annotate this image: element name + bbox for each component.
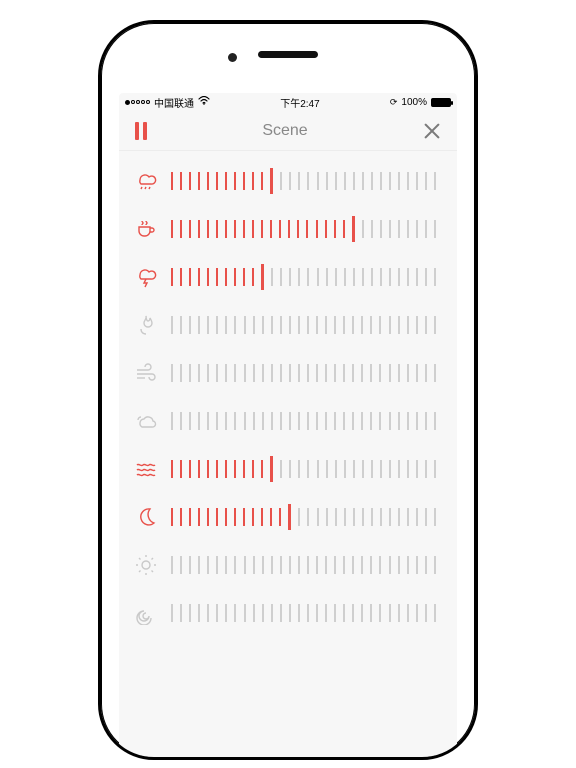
device-frame: 中国联通 下午2:47 ⟳ 100% Scene (98, 20, 478, 760)
nav-bar: Scene (119, 111, 457, 151)
signal-strength-icon (125, 100, 150, 105)
device-speaker (258, 51, 318, 58)
coffee-icon[interactable] (133, 216, 159, 242)
sound-list (119, 151, 457, 757)
status-bar: 中国联通 下午2:47 ⟳ 100% (119, 93, 457, 111)
device-volume-down (98, 273, 99, 321)
volume-slider-waves[interactable] (171, 455, 443, 483)
volume-slider-sun[interactable] (171, 551, 443, 579)
volume-slider-wind[interactable] (171, 359, 443, 387)
device-mute-switch (98, 163, 99, 193)
clock-label: 下午2:47 (280, 95, 319, 110)
volume-slider-coffee[interactable] (171, 215, 443, 243)
volume-slider-thunder[interactable] (171, 263, 443, 291)
fire-icon[interactable] (133, 312, 159, 338)
sound-row-clouds (133, 397, 443, 445)
clouds-icon[interactable] (133, 408, 159, 434)
sound-row-moon (133, 493, 443, 541)
sun-icon[interactable] (133, 552, 159, 578)
device-camera (228, 53, 237, 62)
sound-row-thunder (133, 253, 443, 301)
spiral-icon[interactable] (133, 600, 159, 626)
carrier-label: 中国联通 (154, 95, 194, 110)
device-volume-up (98, 213, 99, 261)
sound-row-sun (133, 541, 443, 589)
sound-row-wind (133, 349, 443, 397)
page-title: Scene (262, 122, 307, 140)
screen: 中国联通 下午2:47 ⟳ 100% Scene (119, 93, 457, 757)
sound-row-spiral (133, 589, 443, 637)
thunder-icon[interactable] (133, 264, 159, 290)
moon-icon[interactable] (133, 504, 159, 530)
close-button[interactable] (423, 122, 441, 140)
volume-slider-rain[interactable] (171, 167, 443, 195)
pause-button[interactable] (135, 122, 147, 140)
sound-row-fire (133, 301, 443, 349)
volume-slider-clouds[interactable] (171, 407, 443, 435)
sound-row-waves (133, 445, 443, 493)
battery-percent-label: 100% (401, 97, 427, 108)
wifi-icon (198, 96, 210, 108)
waves-icon[interactable] (133, 456, 159, 482)
sound-row-coffee (133, 205, 443, 253)
orientation-lock-icon: ⟳ (390, 97, 398, 108)
rain-icon[interactable] (133, 168, 159, 194)
battery-icon (431, 98, 451, 107)
sound-row-rain (133, 157, 443, 205)
volume-slider-moon[interactable] (171, 503, 443, 531)
device-power-button (477, 203, 478, 263)
wind-icon[interactable] (133, 360, 159, 386)
volume-slider-fire[interactable] (171, 311, 443, 339)
volume-slider-spiral[interactable] (171, 599, 443, 627)
